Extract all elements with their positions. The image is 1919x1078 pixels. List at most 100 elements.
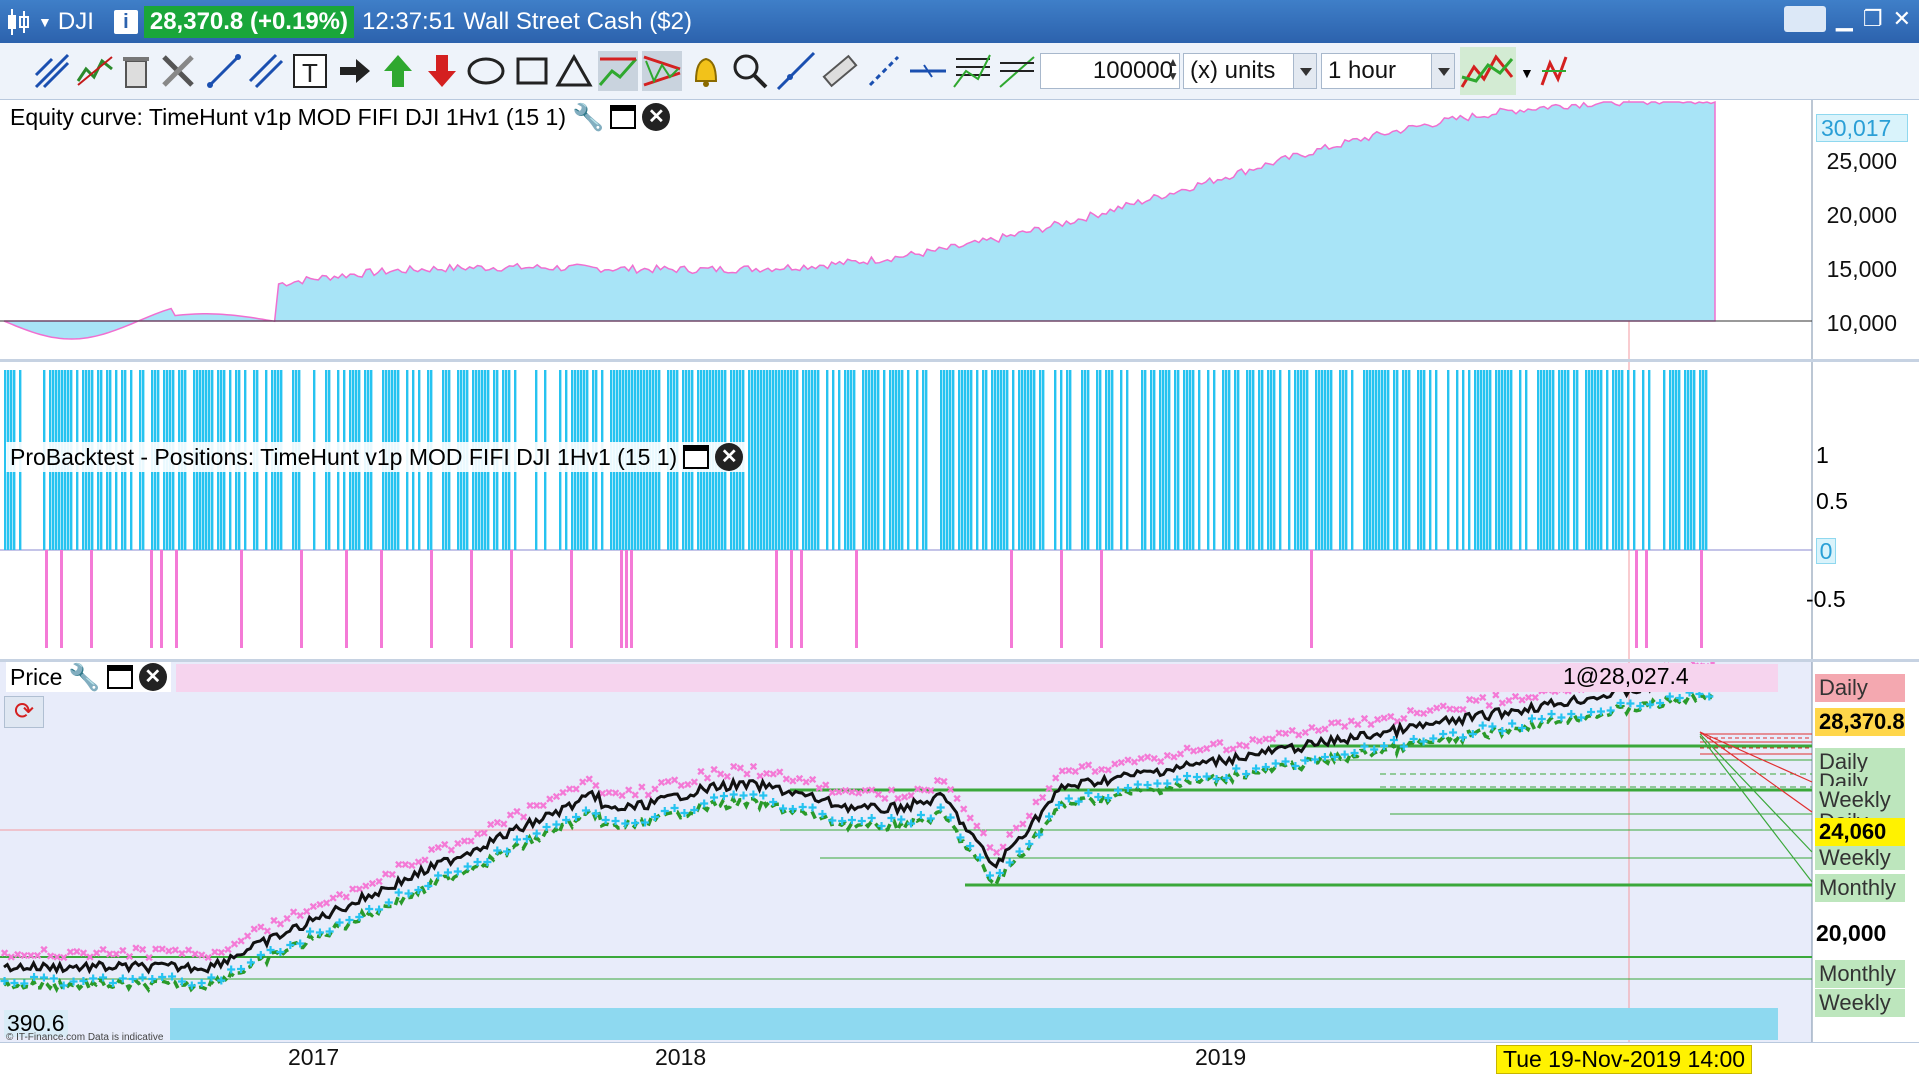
wedge-icon[interactable] (642, 51, 682, 91)
long-position-bar (1489, 370, 1492, 550)
long-position-bar (889, 370, 892, 550)
trend-channel-icon[interactable] (598, 51, 638, 91)
arrow-down-icon[interactable] (422, 51, 462, 91)
refresh-icon[interactable]: ⟳ (4, 696, 44, 728)
parallel-lines-icon[interactable] (246, 51, 286, 91)
buy-marker: ✚ (1517, 722, 1526, 735)
long-position-bar (1642, 370, 1645, 550)
long-position-bar (778, 370, 781, 550)
long-position-bar (1207, 370, 1210, 550)
text-tool-icon[interactable]: T (290, 51, 330, 91)
long-position-bar (847, 370, 850, 550)
buy-marker: ✚ (1035, 828, 1044, 841)
timeframe-dropdown-arrow[interactable] (1431, 53, 1455, 89)
window-icon[interactable] (106, 665, 133, 689)
long-position-bar (784, 370, 787, 550)
zigzag-line-icon[interactable] (76, 51, 116, 91)
long-position-bar (1615, 370, 1618, 550)
buy-marker: ✚ (522, 833, 531, 846)
buy-marker: ✚ (788, 803, 797, 816)
wrench-icon[interactable]: 🔧 (572, 102, 604, 133)
long-position-bar (1297, 370, 1300, 550)
buy-marker: ✚ (1557, 712, 1566, 725)
long-position-bar (1198, 370, 1201, 550)
wrench-icon[interactable]: 🔧 (68, 662, 100, 693)
long-position-bar (1162, 370, 1165, 550)
long-position-bar (1060, 370, 1063, 550)
long-position-bar (949, 370, 952, 550)
close-icon[interactable]: ✕ (138, 663, 167, 691)
long-position-bar (1186, 370, 1189, 550)
buy-marker: ✚ (1508, 718, 1517, 731)
buy-marker: ✚ (1005, 857, 1014, 870)
symbol-selector[interactable]: ▼ DJI (6, 7, 94, 37)
buy-marker: ✚ (1173, 774, 1182, 787)
triangle-icon[interactable] (554, 51, 594, 91)
long-position-bar (1564, 370, 1567, 550)
positions-bars (4, 370, 1708, 648)
indicators-icon[interactable] (1460, 47, 1516, 95)
tools-icon[interactable] (158, 51, 198, 91)
long-position-bar (1618, 370, 1621, 550)
units-dropdown-arrow[interactable] (1293, 53, 1317, 89)
long-position-bar (1552, 370, 1555, 550)
close-icon[interactable]: ✕ (642, 103, 671, 131)
buy-marker: ✚ (1242, 768, 1251, 781)
ray-line-icon[interactable] (776, 51, 816, 91)
buy-marker: ✚ (621, 818, 630, 831)
alert-bell-icon[interactable] (686, 51, 726, 91)
magnifier-icon[interactable] (730, 51, 770, 91)
window-icon[interactable] (610, 105, 637, 129)
buy-marker: ✚ (1478, 720, 1487, 733)
segment-icon[interactable] (204, 51, 244, 91)
ellipse-icon[interactable] (466, 51, 506, 91)
quantity-stepper[interactable]: ▲ ▼ (1167, 55, 1179, 83)
short-position-bar (1635, 550, 1638, 648)
long-position-bar (1330, 370, 1333, 550)
strategy-icon[interactable] (1540, 51, 1568, 91)
dotted-line-icon[interactable] (864, 51, 904, 91)
horizontal-line-icon[interactable] (908, 51, 948, 91)
long-position-bar (1378, 370, 1381, 550)
trash-icon[interactable] (116, 51, 156, 91)
rectangle-icon[interactable] (512, 51, 552, 91)
long-position-bar (808, 370, 811, 550)
arrow-right-icon[interactable] (334, 51, 374, 91)
long-position-bar (1498, 370, 1501, 550)
minimize-icon[interactable]: ▁ (1836, 6, 1853, 32)
fibonacci-icon[interactable] (952, 51, 992, 91)
long-position-bar (1540, 370, 1543, 550)
close-icon[interactable]: ✕ (715, 443, 744, 471)
restore-icon[interactable]: ❐ (1863, 6, 1883, 32)
ruler-icon[interactable] (820, 51, 860, 91)
buy-marker: ✚ (552, 819, 561, 832)
arrow-up-icon[interactable] (378, 51, 418, 91)
long-position-bar (1507, 370, 1510, 550)
buy-marker: ✚ (907, 818, 916, 831)
long-position-bar (790, 370, 793, 550)
long-position-bar (1369, 370, 1372, 550)
fibonacci-fan-icon[interactable] (996, 51, 1036, 91)
long-position-bar (1342, 370, 1345, 550)
long-position-bar (1594, 370, 1597, 550)
keyboard-icon[interactable] (1783, 6, 1826, 32)
window-icon[interactable] (683, 445, 710, 469)
buy-marker: ✚ (946, 812, 955, 825)
long-position-bar (1486, 370, 1489, 550)
long-position-bar (1021, 370, 1024, 550)
long-position-bar (922, 370, 925, 550)
long-position-bar (1408, 370, 1411, 550)
info-icon[interactable]: i (113, 9, 138, 34)
long-position-bar (994, 370, 997, 550)
long-position-bar (1345, 370, 1348, 550)
buy-marker: ✚ (976, 851, 985, 864)
buy-marker: ✚ (985, 869, 994, 882)
indicators-dropdown-icon[interactable]: ▼ (1520, 65, 1534, 81)
buy-marker: ✚ (79, 975, 88, 988)
crosshair-lines-icon[interactable] (32, 51, 72, 91)
buy-marker: ✚ (365, 903, 374, 916)
quantity-input[interactable]: 100000 (1040, 53, 1180, 89)
long-position-bar (1588, 370, 1591, 550)
long-position-bar (853, 370, 856, 550)
close-icon[interactable]: ✕ (1893, 6, 1911, 32)
